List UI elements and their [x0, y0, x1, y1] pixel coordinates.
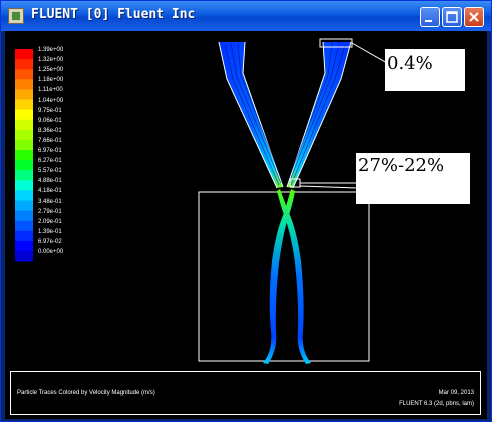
colormap-label: 1.18e+00: [38, 77, 64, 84]
annotation-note-mid-text: 27%-22%: [358, 155, 445, 176]
top-leader-line: [351, 42, 388, 64]
colormap-swatch: [15, 210, 33, 222]
annotation-note-top: 0.4%: [385, 49, 465, 91]
colormap-swatch: [15, 220, 33, 232]
colormap-label: 1.04e+00: [38, 97, 64, 104]
title-bar[interactable]: FLUENT [0] Fluent Inc: [1, 1, 491, 31]
colormap-swatch: [15, 230, 33, 242]
colormap-swatch: [15, 160, 33, 171]
colormap-label: 4.18e-01: [38, 188, 62, 195]
minimize-icon: [425, 20, 432, 22]
caption-date: Mar 09, 2013: [438, 390, 474, 396]
colormap-swatch: [15, 139, 33, 151]
colormap-swatch: [15, 119, 33, 131]
colormap-label: 1.39e-01: [38, 228, 62, 235]
right-jet-plume: [263, 189, 295, 364]
colormap-label: 1.39e+00: [38, 47, 64, 53]
colormap-swatch: [15, 170, 33, 181]
left-nozzle-jet: [219, 42, 283, 188]
colormap-label: 5.57e-01: [38, 168, 62, 175]
close-icon: [469, 12, 479, 22]
colormap-swatch: [15, 150, 33, 161]
colormap-legend: [15, 49, 33, 262]
colormap-swatch: [15, 79, 33, 90]
colormap-label: 1.25e+00: [38, 67, 64, 74]
colormap-label: 4.88e-01: [38, 178, 62, 185]
caption-description: Particle Traces Colored by Velocity Magn…: [17, 390, 155, 396]
close-button[interactable]: [464, 7, 484, 27]
colormap-label: 9.06e-01: [38, 117, 62, 124]
colormap-label: 8.36e-01: [38, 127, 62, 134]
colormap-label: 0.00e+00: [38, 249, 64, 255]
colormap-label: 6.27e-01: [38, 158, 62, 165]
maximize-icon: [446, 11, 458, 23]
maximize-button[interactable]: [442, 7, 462, 27]
colormap-label: 9.75e-01: [38, 107, 62, 114]
colormap-label: 1.11e+00: [38, 87, 63, 94]
colormap-label: 1.32e+00: [38, 57, 64, 64]
annotation-note-top-text: 0.4%: [387, 53, 433, 74]
colormap-label: 3.48e-01: [38, 198, 62, 205]
colormap-swatch: [15, 69, 33, 80]
window-title: FLUENT [0] Fluent Inc: [31, 7, 196, 22]
mid-leader-line: [299, 182, 358, 189]
minimize-button[interactable]: [420, 7, 440, 27]
colormap-label: 7.66e-01: [38, 137, 62, 144]
caption-panel: Particle Traces Colored by Velocity Magn…: [10, 371, 481, 415]
colormap-label: 2.09e-01: [38, 218, 62, 225]
colormap-swatch: [15, 59, 33, 70]
annotation-note-mid: 27%-22%: [356, 153, 470, 204]
colormap-label: 2.79e-01: [38, 208, 62, 215]
caption-version: FLUENT 6.3 (2d, pbns, lam): [399, 401, 474, 407]
colormap-swatch: [15, 240, 33, 252]
colormap-swatch: [15, 99, 33, 110]
colormap-swatch: [15, 251, 33, 262]
colormap-swatch: [15, 49, 33, 60]
colormap-swatch: [15, 109, 33, 121]
right-nozzle-jet: [287, 42, 351, 188]
colormap-swatch: [15, 200, 33, 211]
fluent-window: FLUENT [0] Fluent Inc Particle Traces Co…: [0, 0, 492, 422]
colormap-swatch: [15, 180, 33, 191]
colormap-label: 6.97e-02: [38, 238, 62, 245]
colormap-swatch: [15, 190, 33, 201]
fluent-app-icon[interactable]: [8, 8, 24, 24]
left-jet-plume: [277, 189, 311, 364]
colormap-label: 6.97e-01: [38, 148, 62, 154]
colormap-swatch: [15, 89, 33, 100]
colormap-swatch: [15, 129, 33, 141]
